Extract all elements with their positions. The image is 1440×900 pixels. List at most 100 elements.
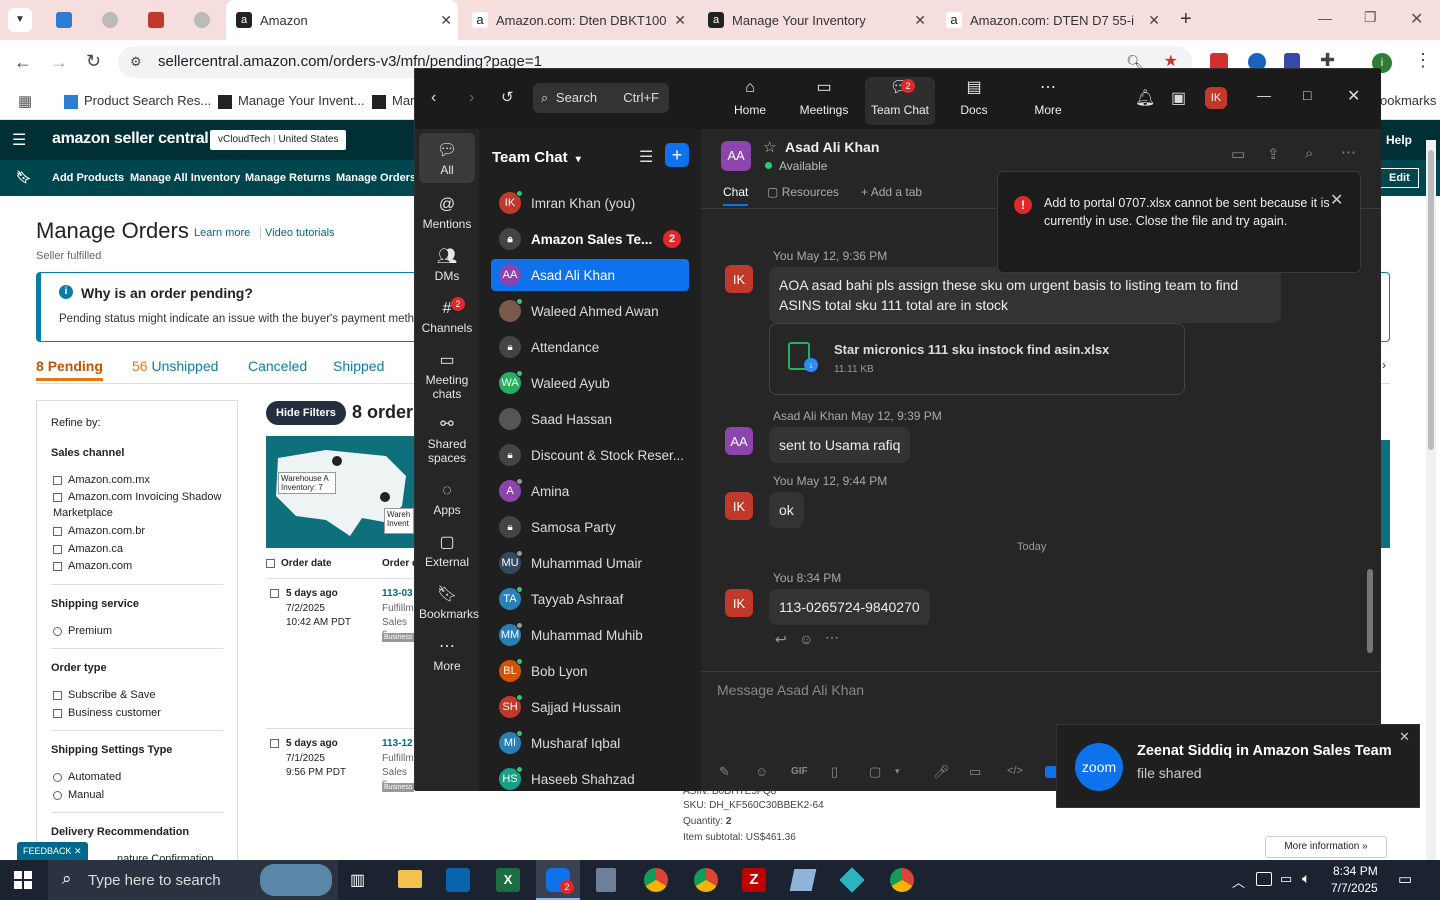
rail-channels[interactable]: # Channels 2 — [419, 297, 475, 335]
close-tab-icon[interactable]: ✕ — [914, 12, 926, 29]
radio[interactable] — [53, 626, 62, 636]
restore-icon[interactable]: ❐ — [1364, 9, 1377, 26]
filter-option[interactable]: Manual — [53, 789, 104, 801]
microphone-icon[interactable]: 🎤︎ — [933, 764, 950, 780]
contact-item[interactable]: AA Asad Ali Khan — [491, 259, 689, 291]
chrome-icon[interactable] — [644, 868, 668, 892]
bookmark-nav-icon[interactable]: 🔖︎ — [16, 170, 31, 184]
site-info-icon[interactable]: ⚙ — [130, 46, 142, 78]
all-bookmarks[interactable]: ookmarks — [1380, 93, 1436, 108]
taskbar-search[interactable]: ⌕ Type here to search — [48, 860, 338, 900]
apps-grid-icon[interactable]: ▦ — [18, 92, 32, 110]
contact-item[interactable]: 🔒︎ Discount & Stock Reser... — [491, 439, 689, 471]
rail-external[interactable]: ▢ External — [419, 531, 475, 569]
browser-tab[interactable]: a Amazon.com: Dten DBKT10027 ✕ — [462, 0, 692, 40]
more-icon[interactable]: ⋯ — [1341, 143, 1356, 161]
contact-item[interactable]: TA Tayyab Ashraaf — [491, 583, 689, 615]
history-icon[interactable]: ↺ — [501, 88, 514, 106]
minimize-icon[interactable]: — — [1318, 10, 1332, 26]
clock-date[interactable]: 7/7/2025 — [1331, 881, 1378, 895]
filter-option[interactable]: Amazon.com — [53, 560, 132, 572]
browser-tab[interactable]: a Manage Your Inventory ✕ — [698, 0, 932, 40]
nav-manage-orders[interactable]: Manage Orders — [336, 172, 416, 184]
contact-item[interactable]: A Amina — [491, 475, 689, 507]
message-input[interactable]: Message Asad Ali Khan — [717, 682, 864, 698]
tab-canceled[interactable]: Canceled — [248, 358, 307, 374]
bookmark-item[interactable]: Product Search Res... — [64, 93, 211, 109]
menu-icon[interactable]: ⋮ — [1414, 50, 1432, 71]
help-link[interactable]: Help — [1386, 133, 1412, 147]
contact-item[interactable]: 🔒︎ Samosa Party — [491, 511, 689, 543]
more-information-button[interactable]: More information » — [1265, 836, 1387, 858]
app-icon[interactable] — [789, 869, 817, 891]
maximize-icon[interactable]: □ — [1303, 87, 1311, 103]
filter-option[interactable]: Premium — [53, 625, 112, 637]
tab-pending[interactable]: 8 Pending — [36, 358, 103, 381]
chrome-icon[interactable] — [890, 868, 914, 892]
filter-option[interactable]: Amazon.com Invoicing Shadow Marketplace — [53, 489, 223, 521]
contact-item[interactable]: IK Imran Khan (you) — [491, 187, 689, 219]
chrome-icon[interactable] — [694, 868, 718, 892]
zoom-search-input[interactable]: ⌕ Search Ctrl+F — [533, 83, 669, 113]
contact-item[interactable]: BL Bob Lyon — [491, 655, 689, 687]
task-view-icon[interactable]: ▥ — [350, 870, 365, 890]
chevron-down-icon[interactable]: ▾ — [895, 766, 900, 777]
filter-option[interactable]: Amazon.com.br — [53, 525, 145, 537]
app-icon[interactable] — [839, 867, 865, 893]
rail-meeting-chats[interactable]: ▭ Meeting chats — [419, 349, 475, 401]
close-icon[interactable]: ✕ — [74, 846, 82, 856]
learn-more-link[interactable]: Learn more — [194, 227, 250, 239]
contact-item[interactable]: SH Sajjad Hussain — [491, 691, 689, 723]
close-tab-icon[interactable]: ✕ — [1148, 12, 1160, 29]
chat-list-title[interactable]: Team Chat ▾ — [492, 149, 581, 166]
clock-time[interactable]: 8:34 PM — [1333, 864, 1378, 878]
contact-item[interactable]: HS Haseeb Shahzad — [491, 763, 689, 795]
gif-button[interactable]: GIF — [791, 766, 808, 777]
tab-meetings[interactable]: ▭ Meetings — [789, 77, 859, 125]
emoji-reaction-icon[interactable]: ☺ — [799, 631, 813, 647]
row-checkbox[interactable] — [270, 739, 279, 748]
chevron-up-icon[interactable]: ︿ — [1232, 872, 1245, 891]
contact-item[interactable]: WA Waleed Ayub — [491, 367, 689, 399]
reply-icon[interactable]: ↩ — [775, 631, 787, 648]
filter-icon[interactable]: ☰ — [639, 147, 653, 167]
order-id-link[interactable]: 113-12 — [382, 738, 413, 749]
file-attachment[interactable]: ↓ Star micronics 111 sku instock find as… — [769, 323, 1185, 395]
back-icon[interactable]: ← — [14, 52, 32, 73]
browser-tab[interactable] — [138, 0, 174, 40]
close-tab-icon[interactable]: ✕ — [674, 12, 686, 29]
tab-more[interactable]: ⋯ More — [1013, 77, 1083, 125]
bookmark-item[interactable]: Mar — [372, 93, 414, 109]
excel-icon[interactable]: X — [496, 868, 520, 892]
more-icon[interactable]: ⋯ — [825, 629, 839, 646]
scrollbar-thumb[interactable] — [1428, 150, 1434, 450]
back-icon[interactable]: ‹ — [431, 89, 436, 107]
outlook-icon[interactable] — [446, 868, 470, 892]
video-message-icon[interactable]: ▭ — [969, 764, 981, 780]
browser-tab-active[interactable]: a Amazon ✕ — [226, 0, 458, 40]
chat-title[interactable]: Asad Ali Khan — [785, 139, 879, 155]
filter-option[interactable]: Subscribe & Save — [53, 689, 155, 701]
new-chat-button[interactable]: + — [665, 143, 689, 167]
format-icon[interactable]: ✎ — [719, 764, 730, 780]
tab-team-chat[interactable]: 💬︎ Team Chat 2 — [865, 77, 935, 125]
tab-resources[interactable]: ▢ Resources — [767, 185, 839, 199]
hamburger-icon[interactable]: ☰ — [12, 130, 26, 150]
tab-home[interactable]: ⌂ Home — [715, 77, 785, 125]
contact-item[interactable]: Waleed Ahmed Awan — [491, 295, 689, 327]
filter-option[interactable]: Business customer — [53, 707, 161, 719]
code-icon[interactable]: </> — [1007, 765, 1023, 777]
contact-item[interactable]: MU Muhammad Umair — [491, 547, 689, 579]
network-icon[interactable]: ▭ — [1280, 871, 1292, 887]
edit-nav-button[interactable]: Edit — [1380, 168, 1419, 188]
close-tab-icon[interactable]: ✕ — [440, 12, 452, 29]
checkbox[interactable] — [53, 561, 62, 571]
hide-filters-button[interactable]: Hide Filters — [266, 401, 346, 425]
volume-icon[interactable]: 🔈︎ — [1302, 870, 1310, 887]
calendar-icon[interactable]: ▣ — [1171, 88, 1186, 108]
file-explorer-icon[interactable] — [398, 870, 422, 888]
tab-add[interactable]: + Add a tab — [861, 185, 922, 199]
bell-icon[interactable]: 🔔︎ — [1135, 88, 1155, 108]
zoom-notification[interactable]: zoom Zeenat Siddiq in Amazon Sales Team … — [1056, 724, 1420, 808]
checkbox[interactable] — [53, 492, 62, 502]
